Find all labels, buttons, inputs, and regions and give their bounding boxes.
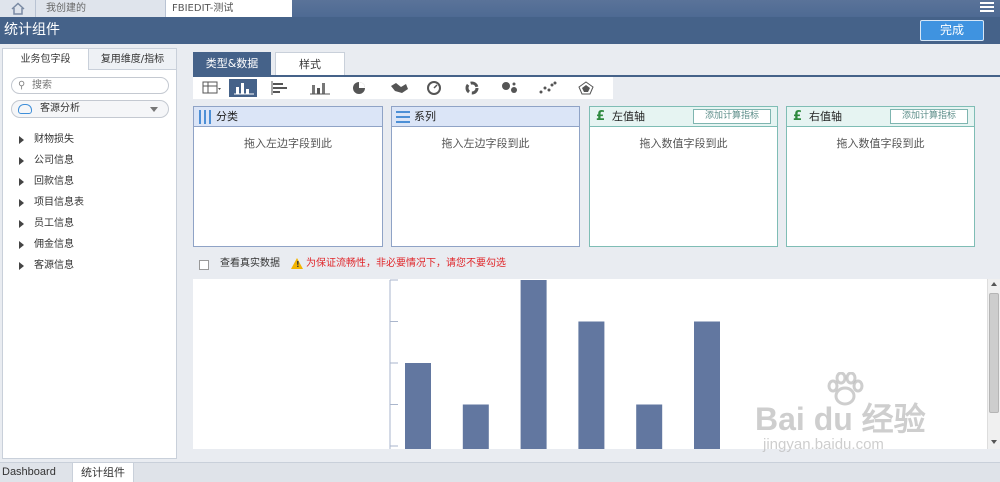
- tab-statistics-component[interactable]: 统计组件: [72, 462, 134, 482]
- scatter-chart-type-icon[interactable]: [533, 79, 561, 97]
- right-axis-title: 右值轴: [809, 110, 842, 123]
- pie-chart-type-icon[interactable]: [345, 79, 373, 97]
- chevron-down-icon: [150, 107, 158, 112]
- expand-arrow-icon: [19, 177, 24, 186]
- tab-dashboard[interactable]: Dashboard: [0, 463, 70, 482]
- add-calculated-metric-button[interactable]: 添加计算指标: [693, 109, 771, 124]
- scroll-thumb[interactable]: [989, 293, 999, 413]
- series-icon: [396, 111, 410, 123]
- search-input[interactable]: [32, 79, 162, 92]
- expand-arrow-icon: [19, 219, 24, 228]
- chart-bar: [462, 404, 489, 449]
- real-data-checkbox[interactable]: [199, 260, 209, 270]
- left-axis-title: 左值轴: [612, 110, 645, 123]
- chart-preview: [193, 279, 987, 449]
- field-item[interactable]: 客源信息: [17, 255, 172, 276]
- field-list: 财物损失 公司信息 回款信息 项目信息表 员工信息 佣金信息 客源信息: [17, 129, 172, 276]
- real-data-label: 查看真实数据: [220, 258, 280, 269]
- chart-bar: [520, 280, 547, 449]
- radar-chart-type-icon[interactable]: [571, 79, 599, 97]
- category-drop-box[interactable]: 分类 拖入左边字段到此: [193, 106, 383, 247]
- tab-fbiedit-test[interactable]: FBIEDIT-测试: [166, 0, 292, 17]
- bubble-chart-type-icon[interactable]: [495, 79, 523, 97]
- field-item-label: 员工信息: [34, 218, 74, 229]
- value-axis-icon: £: [793, 109, 803, 124]
- warning-icon-mark: !: [296, 260, 300, 269]
- search-icon: ⚲: [18, 80, 26, 91]
- field-item-label: 公司信息: [34, 155, 74, 166]
- category-placeholder: 拖入左边字段到此: [244, 137, 332, 150]
- expand-arrow-icon: [19, 198, 24, 207]
- map-chart-type-icon[interactable]: [385, 79, 413, 97]
- chart-bar: [636, 404, 663, 449]
- search-box[interactable]: ⚲: [11, 77, 169, 94]
- bar-chart-type-icon[interactable]: [229, 79, 257, 97]
- field-item[interactable]: 佣金信息: [17, 234, 172, 255]
- field-item-label: 项目信息表: [34, 197, 84, 208]
- category-title: 分类: [216, 110, 238, 123]
- home-icon: [10, 2, 25, 15]
- series-drop-box[interactable]: 系列 拖入左边字段到此: [391, 106, 580, 247]
- series-placeholder: 拖入左边字段到此: [441, 137, 530, 150]
- field-item-label: 回款信息: [34, 176, 74, 187]
- category-header: 分类: [194, 107, 382, 127]
- left-axis-placeholder: 拖入数值字段到此: [639, 137, 728, 150]
- chart-bar: [405, 363, 431, 449]
- home-tab[interactable]: [0, 0, 36, 17]
- category-icon: [199, 110, 211, 124]
- menu-icon[interactable]: [980, 0, 994, 12]
- scroll-down-icon[interactable]: [991, 440, 997, 444]
- expand-arrow-icon: [19, 261, 24, 270]
- field-item-label: 客源信息: [34, 260, 74, 271]
- expand-arrow-icon: [19, 156, 24, 165]
- tab-type-and-data[interactable]: 类型&数据: [193, 52, 271, 76]
- left-axis-header: £ 左值轴 添加计算指标: [590, 107, 777, 127]
- package-select-value: 客源分析: [40, 103, 80, 114]
- page-title: 统计组件: [4, 22, 60, 38]
- field-item[interactable]: 公司信息: [17, 150, 172, 171]
- series-title: 系列: [414, 110, 436, 123]
- bottom-tab-bar: [0, 462, 1000, 482]
- chart-type-toolbar: [193, 77, 613, 99]
- gauge-chart-type-icon[interactable]: [419, 79, 447, 97]
- chart-bar: [694, 321, 720, 449]
- field-item[interactable]: 回款信息: [17, 171, 172, 192]
- field-item[interactable]: 财物损失: [17, 129, 172, 150]
- field-item[interactable]: 员工信息: [17, 213, 172, 234]
- left-value-axis-drop-box[interactable]: £ 左值轴 添加计算指标 拖入数值字段到此: [589, 106, 778, 247]
- right-axis-header: £ 右值轴 添加计算指标: [787, 107, 974, 127]
- package-select[interactable]: 客源分析: [11, 100, 169, 118]
- bar-chart: [389, 279, 720, 449]
- right-value-axis-drop-box[interactable]: £ 右值轴 添加计算指标 拖入数值字段到此: [786, 106, 975, 247]
- chart-bar: [578, 321, 605, 449]
- done-button[interactable]: 完成: [920, 20, 984, 41]
- field-item[interactable]: 项目信息表: [17, 192, 172, 213]
- cloud-icon: [18, 104, 32, 114]
- field-item-label: 财物损失: [34, 134, 74, 145]
- scroll-up-icon[interactable]: [991, 282, 997, 286]
- stacked-bar-chart-type-icon[interactable]: [305, 79, 333, 97]
- horizontal-bar-chart-type-icon[interactable]: [265, 79, 293, 97]
- tab-business-package-fields[interactable]: 业务包字段: [3, 49, 88, 70]
- right-axis-placeholder: 拖入数值字段到此: [836, 137, 925, 150]
- series-header: 系列: [392, 107, 579, 127]
- expand-arrow-icon: [19, 240, 24, 249]
- add-calculated-metric-button[interactable]: 添加计算指标: [890, 109, 968, 124]
- tab-style[interactable]: 样式: [275, 52, 345, 76]
- expand-arrow-icon: [19, 135, 24, 144]
- warning-text: 为保证流畅性，非必要情况下，请您不要勾选: [306, 258, 506, 269]
- field-item-label: 佣金信息: [34, 239, 74, 250]
- ring-chart-type-icon[interactable]: [457, 79, 485, 97]
- field-panel: 业务包字段 复用维度/指标 ⚲ 客源分析 财物损失 公司信息 回款信息 项目信息…: [2, 48, 177, 459]
- tab-reuse-dimensions[interactable]: 复用维度/指标: [88, 49, 176, 70]
- title-bar: 统计组件 完成: [0, 17, 1000, 44]
- preview-scrollbar[interactable]: [987, 279, 1000, 449]
- tab-my-created[interactable]: 我创建的: [36, 0, 166, 17]
- value-axis-icon: £: [596, 109, 606, 124]
- table-chart-type-icon[interactable]: [197, 79, 225, 97]
